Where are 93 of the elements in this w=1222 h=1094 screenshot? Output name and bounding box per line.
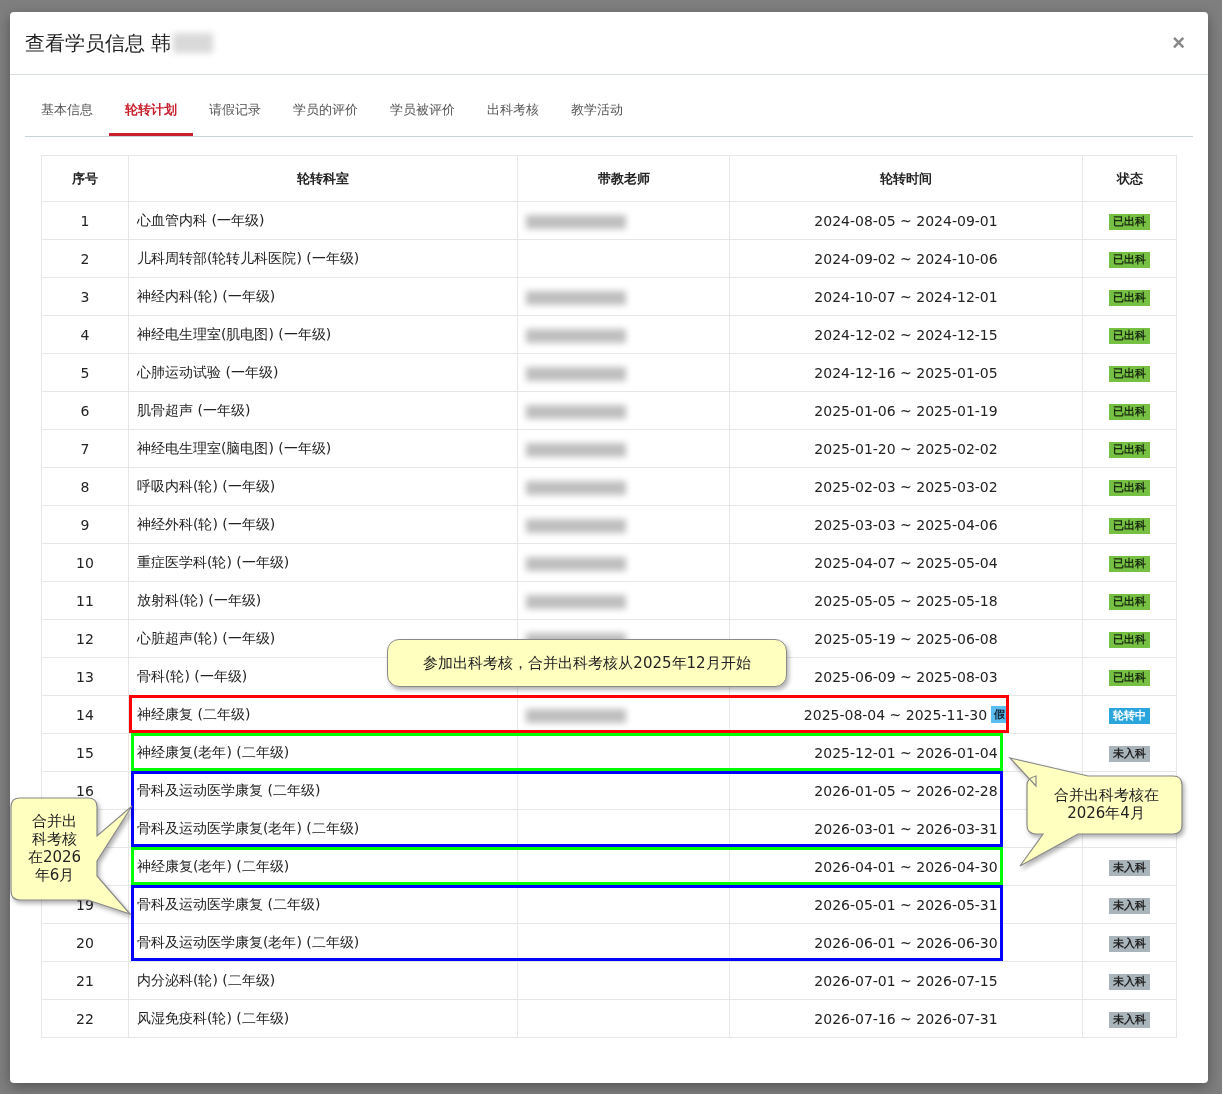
tab[interactable]: 基本信息: [25, 87, 109, 136]
date-range: 2025-06-09 ~ 2025-08-03: [814, 668, 998, 685]
table-cell: 4: [41, 315, 129, 354]
status-badge: 未入科: [1109, 859, 1150, 876]
table-cell: 21: [41, 961, 129, 1000]
column-header: 带教老师: [517, 155, 730, 202]
table-cell: 14: [41, 695, 129, 734]
table-cell: 内分泌科(轮) (二年级): [128, 961, 518, 1000]
date-range: 2025-04-07 ~ 2025-05-04: [814, 554, 998, 571]
status-badge: 已出科: [1109, 289, 1150, 306]
table-cell: 神经外科(轮) (一年级): [128, 505, 518, 544]
tab[interactable]: 教学活动: [555, 87, 639, 136]
table-cell: 肌骨超声 (一年级): [128, 391, 518, 430]
table-cell: 1: [41, 201, 129, 240]
status-badge: 已出科: [1109, 631, 1150, 648]
date-range: 2025-01-06 ~ 2025-01-19: [814, 402, 998, 419]
table-cell: 神经电生理室(肌电图) (一年级): [128, 315, 518, 354]
date-range: 2026-05-01 ~ 2026-05-31: [814, 896, 998, 913]
table-cell: 放射科(轮) (一年级): [128, 581, 518, 620]
table-cell: 神经康复 (二年级): [128, 695, 518, 734]
date-range: 2026-07-16 ~ 2026-07-31: [814, 1010, 998, 1027]
table-cell: 12: [41, 619, 129, 658]
status-badge: 已出科: [1109, 441, 1150, 458]
tab[interactable]: 请假记录: [193, 87, 277, 136]
tab[interactable]: 出科考核: [471, 87, 555, 136]
table-cell: 5: [41, 353, 129, 392]
date-range: 2025-02-03 ~ 2025-03-02: [814, 478, 998, 495]
status-badge: 未入科: [1109, 935, 1150, 952]
table-cell: 2: [41, 239, 129, 278]
table-cell: 13: [41, 657, 129, 696]
table-cell: 8: [41, 467, 129, 506]
status-badge: 未入科: [1109, 973, 1150, 990]
status-badge: 已出科: [1109, 669, 1150, 686]
date-range: 2025-03-03 ~ 2025-04-06: [814, 516, 998, 533]
status-badge: 已出科: [1109, 555, 1150, 572]
table-cell: 22: [41, 999, 129, 1038]
date-range: 2024-09-02 ~ 2024-10-06: [814, 250, 998, 267]
status-badge: 已出科: [1109, 213, 1150, 230]
date-range: 2026-07-01 ~ 2026-07-15: [814, 972, 998, 989]
status-badge: 轮转中: [1109, 707, 1150, 724]
close-button[interactable]: ×: [1164, 30, 1193, 56]
column-header: 序号: [41, 155, 129, 202]
table-cell: 心肺运动试验 (一年级): [128, 353, 518, 392]
date-range: 2024-08-05 ~ 2024-09-01: [814, 212, 998, 229]
status-badge: 已出科: [1109, 403, 1150, 420]
table-cell: 神经康复(老年) (二年级): [128, 733, 518, 772]
column-header: 轮转时间: [729, 155, 1083, 202]
modal-title: 查看学员信息 韩: [25, 29, 172, 57]
status-badge: 已出科: [1109, 593, 1150, 610]
callout-text: 合并出科考核在2026年6月: [27, 812, 82, 884]
status-badge: 未入科: [1109, 1011, 1150, 1028]
tab[interactable]: 轮转计划: [109, 87, 193, 136]
table-cell: 神经电生理室(脑电图) (一年级): [128, 429, 518, 468]
table-cell: 骨科及运动医学康复(老年) (二年级): [128, 923, 518, 962]
date-range: 2026-03-01 ~ 2026-03-31: [814, 820, 998, 837]
table-cell: 重症医学科(轮) (一年级): [128, 543, 518, 582]
table-cell: 风湿免疫科(轮) (二年级): [128, 999, 518, 1038]
table-cell: 心血管内科 (一年级): [128, 201, 518, 240]
column-header: 状态: [1082, 155, 1177, 202]
table-cell: 6: [41, 391, 129, 430]
table-cell: 7: [41, 429, 129, 468]
status-badge: 已出科: [1109, 517, 1150, 534]
date-range: 2025-01-20 ~ 2025-02-02: [814, 440, 998, 457]
date-range: 2024-12-02 ~ 2024-12-15: [814, 326, 998, 343]
status-badge: 未入科: [1109, 897, 1150, 914]
table-cell: 11: [41, 581, 129, 620]
date-range: 2024-12-16 ~ 2025-01-05: [814, 364, 998, 381]
status-badge: 已出科: [1109, 365, 1150, 382]
date-range: 2025-05-05 ~ 2025-05-18: [814, 592, 998, 609]
callout-text: 合并出科考核在2026年4月: [1052, 786, 1160, 822]
table-cell: 10: [41, 543, 129, 582]
table-cell: 骨科及运动医学康复 (二年级): [128, 885, 518, 924]
status-badge: 已出科: [1109, 327, 1150, 344]
date-range: 2025-12-01 ~ 2026-01-04: [814, 744, 998, 761]
column-header: 轮转科室: [128, 155, 518, 202]
tab[interactable]: 学员被评价: [374, 87, 471, 136]
status-badge: 已出科: [1109, 251, 1150, 268]
table-cell: 3: [41, 277, 129, 316]
status-badge: 已出科: [1109, 479, 1150, 496]
date-range: 2026-06-01 ~ 2026-06-30: [814, 934, 998, 951]
date-range: 2026-04-01 ~ 2026-04-30: [814, 858, 998, 875]
table-cell: 呼吸内科(轮) (一年级): [128, 467, 518, 506]
table-cell: 20: [41, 923, 129, 962]
table-cell: 15: [41, 733, 129, 772]
status-badge: 未入科: [1109, 745, 1150, 762]
table-cell: 神经内科(轮) (一年级): [128, 277, 518, 316]
tab[interactable]: 学员的评价: [277, 87, 374, 136]
date-range: 2025-08-04 ~ 2025-11-30: [803, 706, 988, 723]
date-range: 2025-05-19 ~ 2025-06-08: [814, 630, 998, 647]
date-range: 2026-01-05 ~ 2026-02-28: [814, 782, 998, 799]
table-cell: 儿科周转部(轮转儿科医院) (一年级): [128, 239, 518, 278]
date-range: 2024-10-07 ~ 2024-12-01: [814, 288, 998, 305]
table-cell: 9: [41, 505, 129, 544]
